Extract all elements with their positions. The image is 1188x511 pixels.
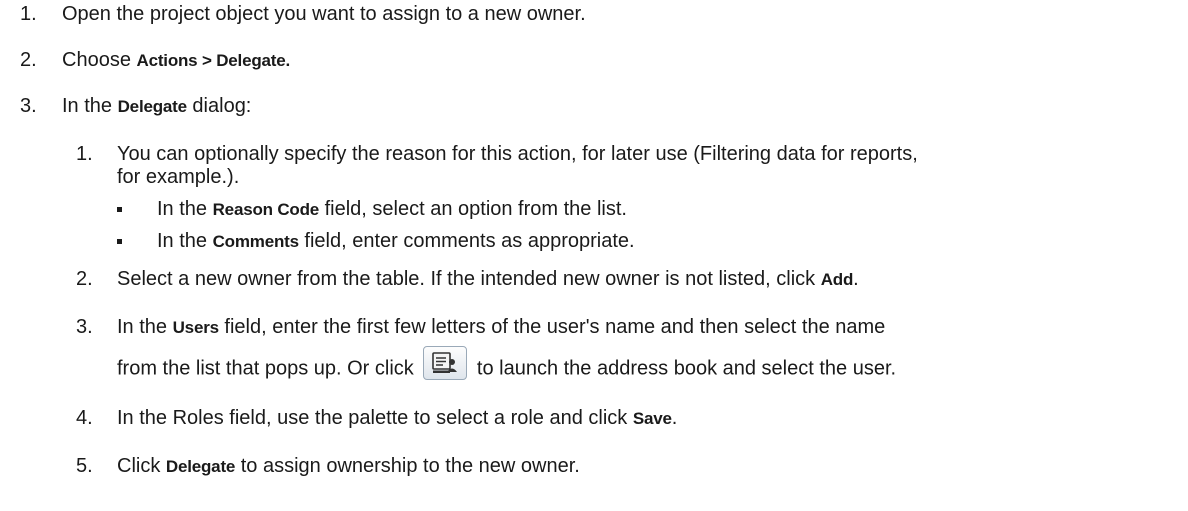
substep-suffix: . [671,407,678,429]
substep-number: 4. [76,407,93,429]
bullet-prefix: In the [157,198,213,220]
step-text: In the Delegate dialog: [62,94,251,119]
button-name: Save [632,409,672,428]
substep-line2-prefix: from the list that pops up. Or click [117,357,420,380]
bullet-suffix: field, select an option from the list. [319,198,627,220]
step-number: 1. [20,3,37,25]
bullet-marker [117,239,122,244]
substep-text-line2: from the list that pops up. Or click to … [117,346,897,386]
substep-suffix: field, enter the first few letters of th… [218,316,886,338]
substep-text: In the Roles field, use the palette to s… [117,406,677,431]
bullet-suffix: field, enter comments as appropriate. [298,230,635,252]
substep-text-line1: In the Users field, enter the first few … [117,315,885,340]
substep-number: 3. [76,316,93,338]
substep-text-line2: for example.). [117,166,240,188]
substep-prefix: In the [117,316,173,338]
bullet-prefix: In the [157,230,213,252]
field-name: Comments [212,232,299,251]
step-text: Open the project object you want to assi… [62,3,586,25]
instructions-document: 1. Open the project object you want to a… [0,0,1188,511]
button-name: Add [820,270,854,289]
substep-text: Select a new owner from the table. If th… [117,267,859,292]
menu-path: Actions > Delegate. [136,51,291,70]
field-name: Users [172,318,219,337]
substep-prefix: In the Roles field, use the palette to s… [117,407,633,429]
step-text: Choose Actions > Delegate. [62,48,290,73]
bullet-marker [117,207,122,212]
dialog-name: Delegate [117,97,187,116]
step-text-prefix: In the [62,95,118,117]
step-number: 3. [20,95,37,117]
step-text-suffix: dialog: [186,95,252,117]
substep-suffix: . [853,268,859,290]
substep-suffix: to assign ownership to the new owner. [235,455,580,477]
substep-prefix: Click [117,455,166,477]
address-book-icon [423,346,468,380]
substep-text-line1: You can optionally specify the reason fo… [117,143,918,165]
address-book-icon-glyph [432,352,458,373]
button-name: Delegate [165,457,236,476]
bullet-text: In the Comments field, enter comments as… [157,229,635,254]
field-name: Reason Code [212,200,320,219]
substep-prefix: Select a new owner from the table. If th… [117,268,821,290]
substep-text: Click Delegate to assign ownership to th… [117,454,580,479]
substep-number: 1. [76,143,93,165]
substep-line2-suffix: to launch the address book and select th… [471,357,897,380]
step-text-prefix: Choose [62,49,137,71]
bullet-text: In the Reason Code field, select an opti… [157,197,627,222]
step-number: 2. [20,49,37,71]
substep-number: 2. [76,268,93,290]
substep-number: 5. [76,455,93,477]
